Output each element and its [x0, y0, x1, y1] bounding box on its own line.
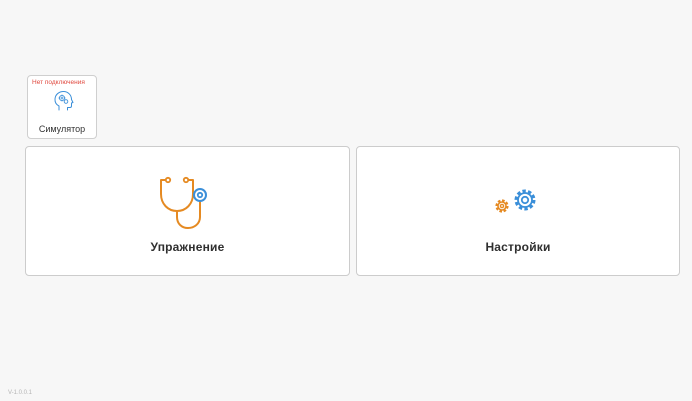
simulator-label: Симулятор	[38, 124, 86, 134]
exercise-card[interactable]: Упражнение	[25, 146, 350, 276]
gears-icon	[495, 189, 536, 213]
simulator-card[interactable]: Нет подключения Симулятор	[27, 75, 97, 139]
exercise-label: Упражнение	[150, 240, 225, 254]
stethoscope-icon	[160, 176, 207, 229]
settings-label: Настройки	[485, 240, 551, 254]
head-gears-icon	[54, 91, 74, 111]
version-label: V-1.0.0.1	[8, 390, 33, 396]
settings-card[interactable]: Настройки	[356, 146, 680, 276]
connection-status: Нет подключения	[32, 79, 85, 86]
